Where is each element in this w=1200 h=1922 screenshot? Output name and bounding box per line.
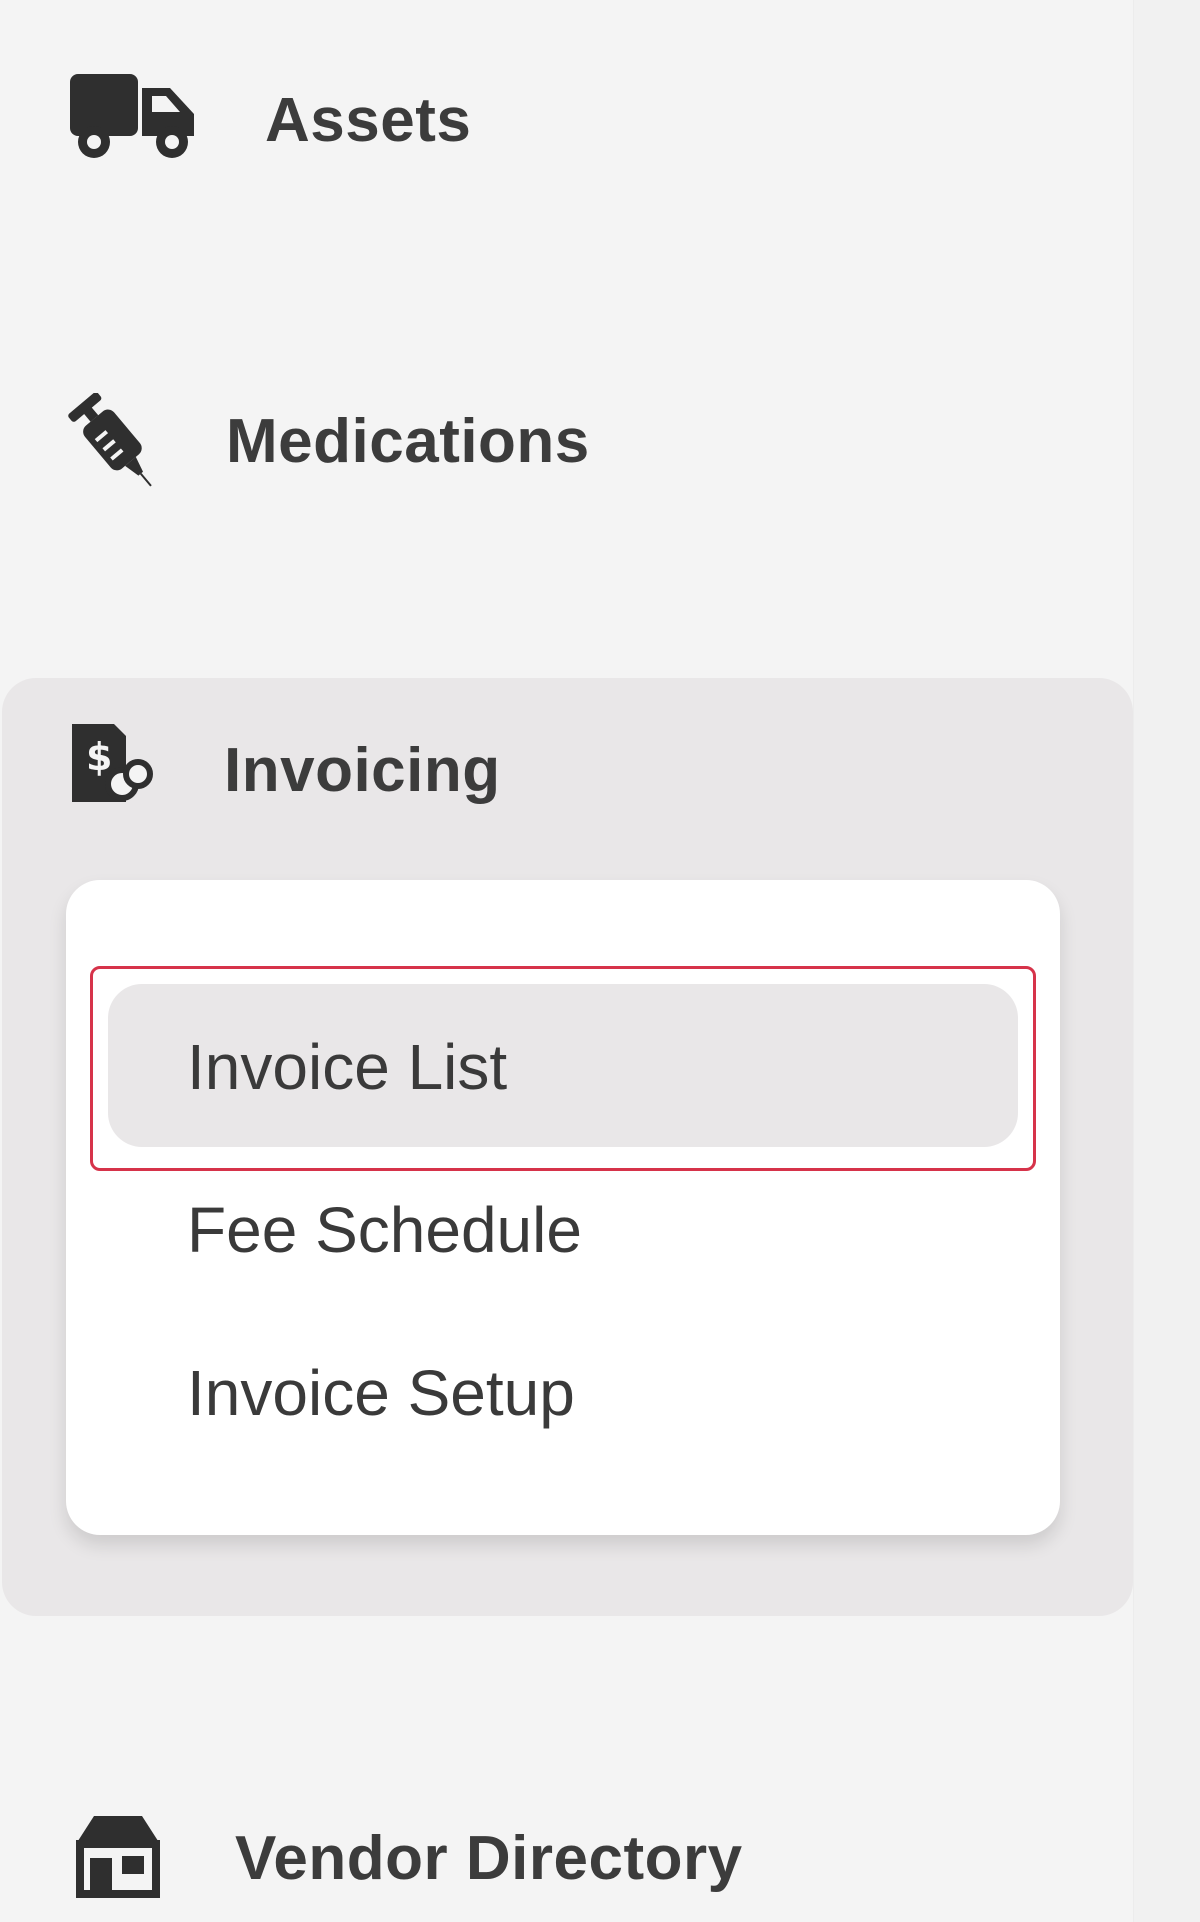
submenu-item-label: Invoice List: [187, 1031, 508, 1103]
submenu-item-invoice-list[interactable]: Invoice List: [66, 880, 1060, 1147]
sidebar-item-label: Vendor Directory: [235, 1824, 743, 1893]
sidebar-item-vendor-directory[interactable]: Vendor Directory: [0, 1780, 1133, 1922]
submenu-item-invoice-setup[interactable]: Invoice Setup: [66, 1294, 1060, 1458]
svg-text:$: $: [86, 735, 112, 779]
sidebar-item-label: Invoicing: [224, 736, 501, 805]
syringe-icon: [68, 393, 152, 487]
sidebar-item-medications[interactable]: Medications: [0, 365, 1133, 525]
truck-icon: [70, 74, 194, 158]
content-edge: [1133, 0, 1200, 1922]
submenu-item-label: Invoice Setup: [187, 1357, 575, 1429]
sidebar-item-label: Assets: [265, 86, 472, 155]
invoice-dollar-icon: $: [72, 724, 153, 802]
sidebar-nav: Assets Medications $ Invoicing Invoice L…: [0, 0, 1133, 1922]
sidebar-item-invoicing[interactable]: $ Invoicing: [0, 690, 1133, 850]
sidebar-item-label: Medications: [226, 407, 590, 476]
sidebar-item-assets[interactable]: Assets: [0, 40, 1133, 200]
submenu-item-fee-schedule[interactable]: Fee Schedule: [66, 1130, 1060, 1294]
store-icon: [76, 1816, 160, 1898]
submenu-item-label: Fee Schedule: [187, 1194, 582, 1266]
invoicing-submenu: Invoice List Fee Schedule Invoice Setup: [66, 880, 1060, 1535]
